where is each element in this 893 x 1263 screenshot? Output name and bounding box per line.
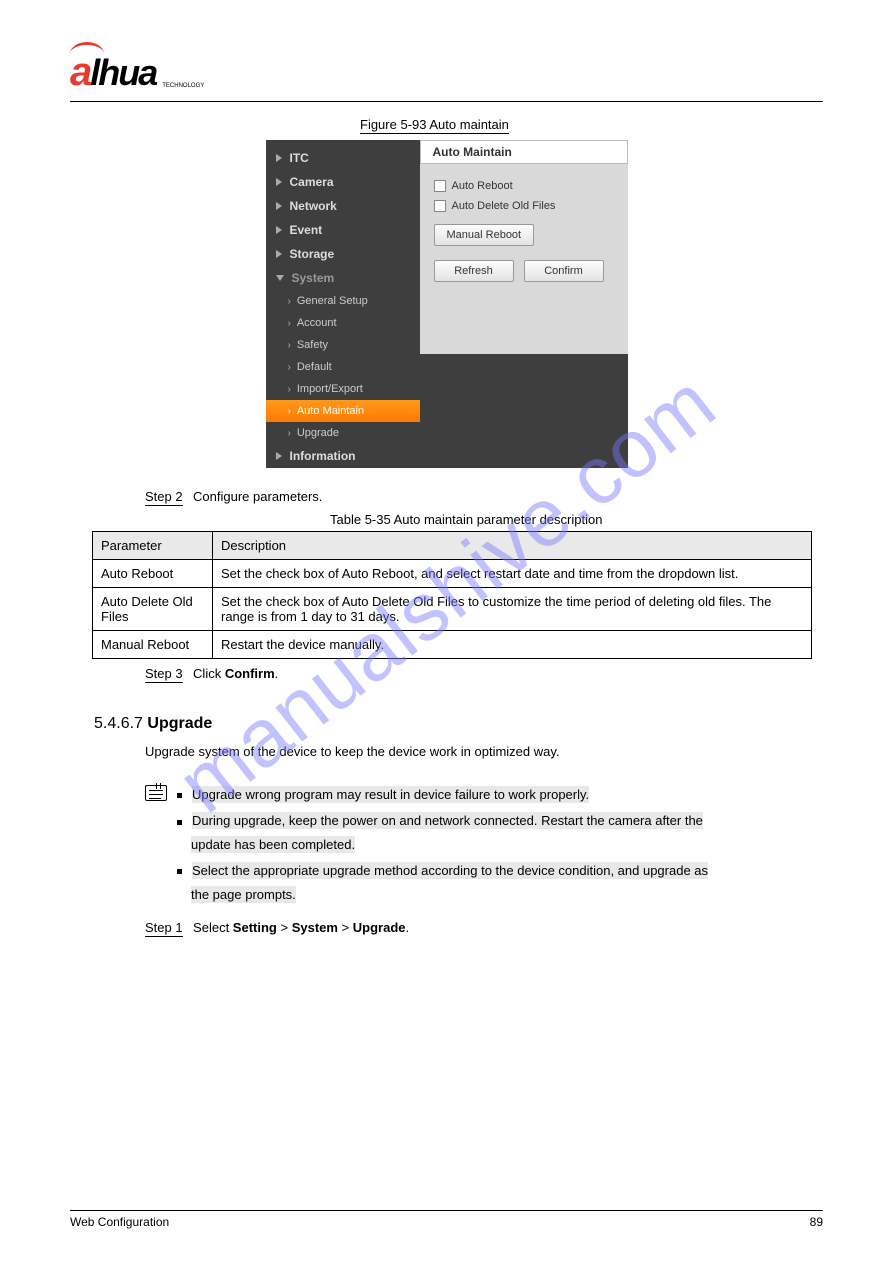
step-3-text: Click Confirm. xyxy=(193,666,278,681)
sidebar-item-itc[interactable]: ITC xyxy=(266,146,420,170)
screenshot-auto-maintain: ITC Camera Network Event Storage System … xyxy=(266,140,628,468)
sidebar-item-network[interactable]: Network xyxy=(266,194,420,218)
section-heading: 5.4.6.7 Upgrade xyxy=(94,715,823,733)
chevron-right-icon xyxy=(288,428,291,439)
chevron-right-icon xyxy=(276,202,282,210)
sidebar-item-upgrade-nav[interactable]: Upgrade xyxy=(266,422,420,444)
step-3-label: Step 3 xyxy=(145,666,183,683)
chevron-right-icon xyxy=(288,340,291,351)
sidebar-item-event[interactable]: Event xyxy=(266,218,420,242)
checkbox-auto-reboot-label: Auto Reboot xyxy=(452,180,513,192)
step-1-upgrade-text: Select Setting > System > Upgrade. xyxy=(193,920,409,935)
sidebar: ITC Camera Network Event Storage System … xyxy=(266,140,420,468)
page-footer: Web Configuration 89 xyxy=(70,1210,823,1229)
chevron-right-icon xyxy=(276,226,282,234)
chevron-right-icon xyxy=(288,362,291,373)
note-block: Upgrade wrong program may result in devi… xyxy=(177,783,708,909)
chevron-right-icon xyxy=(276,154,282,162)
chevron-right-icon xyxy=(288,406,291,417)
manual-reboot-button[interactable]: Manual Reboot xyxy=(434,224,535,246)
table-row: Manual Reboot Restart the device manuall… xyxy=(93,631,812,659)
sidebar-item-auto-maintain[interactable]: Auto Maintain xyxy=(266,400,420,422)
step-1-upgrade-label: Step 1 xyxy=(145,920,183,937)
sidebar-item-account[interactable]: Account xyxy=(266,312,420,334)
chevron-right-icon xyxy=(288,296,291,307)
params-table: Parameter Description Auto Reboot Set th… xyxy=(92,531,812,659)
table-header-description: Description xyxy=(213,532,812,560)
chevron-right-icon xyxy=(288,384,291,395)
figure-caption: Figure 5-93 Auto maintain xyxy=(360,117,509,134)
step-2-label: Step 2 xyxy=(145,489,183,506)
checkbox-auto-reboot[interactable] xyxy=(434,180,446,192)
confirm-button[interactable]: Confirm xyxy=(524,260,604,282)
table-row: Auto Delete Old Files Set the check box … xyxy=(93,588,812,631)
step-2-text: Configure parameters. xyxy=(193,489,322,504)
table-header-parameter: Parameter xyxy=(93,532,213,560)
sidebar-item-safety[interactable]: Safety xyxy=(266,334,420,356)
refresh-button[interactable]: Refresh xyxy=(434,260,514,282)
section-body: Upgrade system of the device to keep the… xyxy=(145,741,823,763)
chevron-right-icon xyxy=(276,178,282,186)
brand-logo: alhuaTECHNOLOGY xyxy=(70,50,204,95)
tab-auto-maintain[interactable]: Auto Maintain xyxy=(420,140,628,164)
sidebar-item-camera[interactable]: Camera xyxy=(266,170,420,194)
sidebar-item-information[interactable]: Information xyxy=(266,444,420,468)
table-caption: Table 5-35 Auto maintain parameter descr… xyxy=(330,512,823,527)
checkbox-auto-reboot-row: Auto Reboot xyxy=(434,180,614,192)
chevron-right-icon xyxy=(276,250,282,258)
checkbox-auto-delete[interactable] xyxy=(434,200,446,212)
sidebar-item-general-setup[interactable]: General Setup xyxy=(266,290,420,312)
checkbox-auto-delete-row: Auto Delete Old Files xyxy=(434,200,614,212)
footer-page-number: 89 xyxy=(810,1215,823,1229)
chevron-right-icon xyxy=(276,452,282,460)
sidebar-item-system[interactable]: System xyxy=(266,266,420,290)
sidebar-item-default[interactable]: Default xyxy=(266,356,420,378)
sidebar-item-storage[interactable]: Storage xyxy=(266,242,420,266)
table-row: Auto Reboot Set the check box of Auto Re… xyxy=(93,560,812,588)
settings-panel: Auto Maintain Auto Reboot Auto Delete Ol… xyxy=(420,140,628,468)
note-icon xyxy=(145,785,167,801)
sidebar-item-import-export[interactable]: Import/Export xyxy=(266,378,420,400)
header-rule xyxy=(70,101,823,102)
chevron-down-icon xyxy=(276,275,284,281)
chevron-right-icon xyxy=(288,318,291,329)
footer-left: Web Configuration xyxy=(70,1215,169,1229)
checkbox-auto-delete-label: Auto Delete Old Files xyxy=(452,200,556,212)
